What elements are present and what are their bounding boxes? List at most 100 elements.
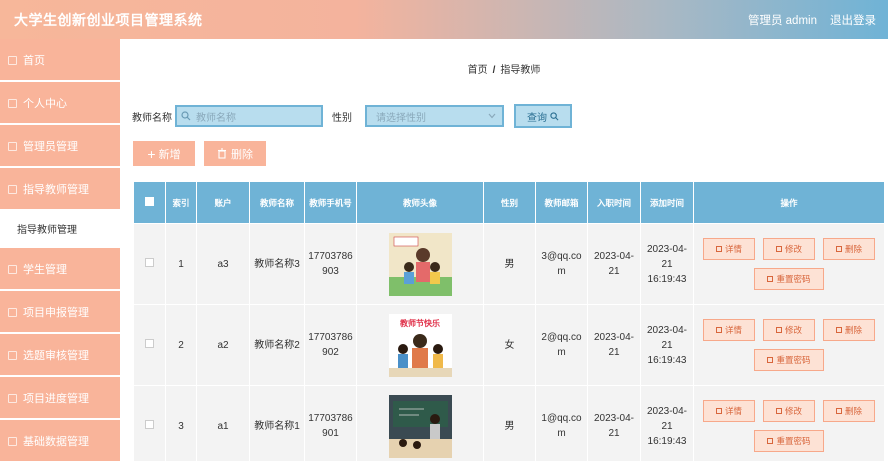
review-icon (8, 350, 17, 360)
sidebar-item-admins[interactable]: 管理员管理 (0, 125, 120, 166)
col-header: 教师手机号 (304, 181, 357, 224)
sidebar-item-label: 学生管理 (23, 263, 67, 276)
sidebar-item-progress[interactable]: 项目进度管理 (0, 377, 120, 418)
delete-button[interactable]: 删除 (823, 400, 875, 422)
delete-button[interactable]: 删除 (823, 238, 875, 260)
trash-icon (835, 408, 842, 414)
bulk-delete-button[interactable]: 删除 (204, 141, 266, 166)
index-cell: 1 (165, 223, 197, 305)
row-checkbox[interactable] (145, 419, 154, 429)
search-icon (550, 111, 559, 120)
col-header: 教师名称 (249, 181, 305, 224)
sidebar-item-profile[interactable]: 个人中心 (0, 82, 120, 123)
detail-label: 详情 (724, 405, 742, 416)
phone-cell: 17703786903 (304, 223, 357, 305)
reset-label: 重置密码 (776, 273, 811, 284)
sidebar-item-teachers[interactable]: 指导教师管理 (0, 168, 120, 209)
sidebar-item-project-apply[interactable]: 项目申报管理 (0, 291, 120, 332)
sidebar-item-label: 项目进度管理 (23, 392, 89, 405)
phone-cell: 17703786901 (304, 385, 357, 461)
edit-icon (775, 327, 782, 333)
data-icon (8, 436, 17, 446)
sidebar-item-home[interactable]: 首页 (0, 39, 120, 80)
user-label[interactable]: 管理员 admin (748, 12, 817, 28)
detail-button[interactable]: 详情 (703, 238, 755, 260)
select-all-checkbox[interactable] (145, 196, 154, 206)
edit-label: 修改 (784, 324, 802, 335)
row-checkbox[interactable] (145, 257, 154, 267)
edit-label: 修改 (784, 405, 802, 416)
edit-button[interactable]: 修改 (763, 400, 815, 422)
sidebar-subitem-teachers[interactable]: 指导教师管理 (0, 211, 120, 246)
select-all-cell[interactable] (133, 181, 166, 224)
delete-button[interactable]: 删除 (823, 319, 875, 341)
query-button[interactable]: 查询 (514, 104, 572, 128)
edit-label: 修改 (784, 243, 802, 254)
added-time-cell: 2023-04-21 16:19:43 (640, 385, 694, 461)
phone-cell: 17703786902 (304, 304, 357, 386)
operations-cell: 详情 修改 删除 重置密码 (693, 223, 885, 305)
detail-button[interactable]: 详情 (703, 319, 755, 341)
hire-date-cell: 2023-04-21 (587, 304, 641, 386)
add-button[interactable]: + 新增 (133, 141, 195, 166)
name-cell: 教师名称3 (249, 223, 305, 305)
reset-password-button[interactable]: 重置密码 (754, 430, 824, 452)
name-label: 教师名称 (132, 112, 172, 124)
row-select-cell[interactable] (133, 223, 166, 305)
app-title: 大学生创新创业项目管理系统 (14, 11, 203, 28)
detail-icon (715, 408, 722, 414)
edit-button[interactable]: 修改 (763, 319, 815, 341)
plus-icon: + (147, 145, 156, 162)
row-select-cell[interactable] (133, 385, 166, 461)
reset-password-button[interactable]: 重置密码 (754, 268, 824, 290)
detail-button[interactable]: 详情 (703, 400, 755, 422)
reset-label: 重置密码 (776, 435, 811, 446)
row-select-cell[interactable] (133, 304, 166, 386)
name-cell: 教师名称2 (249, 304, 305, 386)
detail-label: 详情 (724, 324, 742, 335)
sidebar-item-students[interactable]: 学生管理 (0, 248, 120, 289)
reset-icon (767, 438, 774, 444)
edit-icon (775, 408, 782, 414)
delete-label: 删除 (844, 324, 862, 335)
detail-icon (715, 327, 722, 333)
breadcrumb-home[interactable]: 首页 (468, 65, 488, 76)
table-header-row: 索引 账户 教师名称 教师手机号 教师头像 性别 教师邮箱 入职时间 添加时间 … (133, 181, 885, 224)
trash-icon (218, 148, 226, 159)
add-button-label: 新增 (158, 148, 181, 161)
admin-icon (8, 141, 17, 151)
avatar-cell (356, 223, 484, 305)
col-header: 性别 (483, 181, 536, 224)
sidebar-item-base-data[interactable]: 基础数据管理 (0, 420, 120, 461)
user-icon (8, 98, 17, 108)
teacher-name-placeholder: 教师名称 (196, 112, 236, 124)
sidebar-item-label: 项目申报管理 (23, 306, 89, 319)
email-cell: 2@qq.com (535, 304, 588, 386)
table-row: 2 a2 教师名称2 17703786902 教师节快乐 女 2@qq.com … (133, 304, 885, 386)
gender-label: 性别 (332, 112, 352, 124)
reset-password-button[interactable]: 重置密码 (754, 349, 824, 371)
gender-cell: 男 (483, 385, 536, 461)
bulk-delete-label: 删除 (231, 148, 253, 161)
avatar (359, 394, 481, 458)
col-header: 操作 (693, 181, 885, 224)
avatar: 教师节快乐 (359, 313, 481, 377)
col-header: 入职时间 (587, 181, 641, 224)
sidebar: 首页 个人中心 管理员管理 指导教师管理 指导教师管理 学生管理 项目申报管理 … (0, 39, 120, 461)
account-cell: a3 (196, 223, 250, 305)
delete-label: 删除 (844, 405, 862, 416)
logout-link[interactable]: 退出登录 (830, 12, 876, 28)
email-cell: 1@qq.com (535, 385, 588, 461)
sidebar-item-topic-review[interactable]: 选题审核管理 (0, 334, 120, 375)
operations-cell: 详情 修改 删除 重置密码 (693, 304, 885, 386)
avatar-cell (356, 385, 484, 461)
added-time-cell: 2023-04-21 16:19:43 (640, 304, 694, 386)
gender-select[interactable]: 请选择性别 (365, 105, 504, 127)
edit-button[interactable]: 修改 (763, 238, 815, 260)
chevron-down-icon (488, 113, 496, 119)
sidebar-item-label: 个人中心 (23, 97, 67, 110)
teacher-name-input[interactable]: 教师名称 (175, 105, 323, 127)
gender-cell: 女 (483, 304, 536, 386)
col-header: 索引 (165, 181, 197, 224)
row-checkbox[interactable] (145, 338, 154, 348)
